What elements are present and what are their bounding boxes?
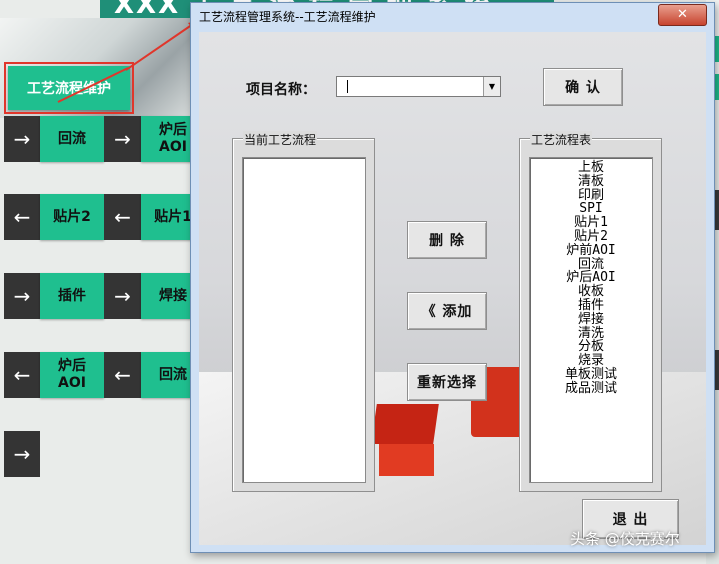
flow-table-item[interactable]: 分板 [530, 340, 652, 354]
flow-table-item[interactable]: 插件 [530, 299, 652, 313]
flow-step[interactable]: 炉后 AOI [40, 352, 104, 398]
text-caret [347, 80, 348, 93]
flow-table-item[interactable]: 成品测试 [530, 381, 652, 396]
process-maintenance-dialog: 工艺流程管理系统--工艺流程维护 ✕ 项目名称： ▼ 确 认 当前工艺流程 工艺… [190, 2, 715, 553]
flow-arrow: → [104, 116, 141, 162]
decor-gift-box [379, 444, 434, 476]
flow-arrow: ← [104, 194, 141, 240]
flow-table-item[interactable]: 回流 [530, 257, 652, 272]
dropdown-arrow-icon[interactable]: ▼ [483, 77, 500, 96]
flow-table-item[interactable]: 清板 [530, 174, 652, 189]
flow-table-item[interactable]: SPI [530, 202, 652, 216]
flow-table-item[interactable]: 单板测试 [530, 368, 652, 382]
flow-arrow: ← [104, 352, 141, 398]
flow-table-item[interactable]: 炉后AOI [530, 271, 652, 285]
flow-table-item[interactable]: 贴片2 [530, 230, 652, 244]
flow-table-item[interactable]: 烧录 [530, 354, 652, 368]
process-maintenance-button[interactable]: 工艺流程维护 [4, 62, 134, 114]
add-button[interactable]: 《 添加 [407, 292, 487, 330]
flow-table-item[interactable]: 焊接 [530, 312, 652, 327]
flow-table-item[interactable]: 炉前AOI [530, 243, 652, 258]
flow-table-item[interactable]: 贴片1 [530, 216, 652, 230]
flow-arrow: → [4, 116, 40, 162]
flow-step[interactable]: 插件 [40, 273, 104, 319]
project-name-label: 项目名称： [246, 82, 316, 98]
flow-arrow: → [4, 273, 40, 319]
flow-table-item[interactable]: 上板 [530, 161, 652, 175]
flow-table-item[interactable]: 收板 [530, 285, 652, 299]
flow-table-item[interactable]: 清洗 [530, 326, 652, 341]
flow-step[interactable]: 回流 [40, 116, 104, 162]
dialog-title: 工艺流程管理系统--工艺流程维护 [199, 10, 376, 24]
flow-table-list[interactable]: 上板 清板 印刷 SPI 贴片1 贴片2 炉前AOI 回流 炉后AOI 收板 插件 焊接 清洗 分板 烧录单… [529, 157, 653, 483]
dialog-client-area: 项目名称： ▼ 确 认 当前工艺流程 工艺流程表 上板 清板 印刷 SPI 贴片1 贴片2… [199, 32, 706, 545]
flow-table-item[interactable]: 印刷 [530, 188, 652, 203]
current-flow-group: 当前工艺流程 [232, 131, 375, 492]
flow-table-items: 上板 清板 印刷 SPI 贴片1 贴片2 炉前AOI 回流 炉后AOI 收板 插件 焊接 清洗 分板 烧录单… [530, 161, 652, 396]
delete-button[interactable]: 删 除 [407, 221, 487, 259]
flow-arrow: ← [4, 352, 40, 398]
reselect-button[interactable]: 重新选择 [407, 363, 487, 401]
dialog-titlebar[interactable]: 工艺流程管理系统--工艺流程维护 ✕ [191, 3, 714, 31]
flow-arrow: → [104, 273, 141, 319]
close-button[interactable]: ✕ [658, 4, 707, 26]
current-flow-list[interactable] [242, 157, 366, 483]
flow-table-title: 工艺流程表 [530, 131, 593, 148]
flow-arrow: ← [4, 194, 40, 240]
confirm-button[interactable]: 确 认 [543, 68, 623, 106]
close-icon: ✕ [677, 7, 688, 22]
current-flow-title: 当前工艺流程 [243, 131, 318, 148]
decor-gift-box [371, 404, 439, 444]
flow-table-group: 工艺流程表 上板 清板 印刷 SPI 贴片1 贴片2 炉前AOI 回流 炉后AOI 收板 插件 焊接清… [519, 131, 662, 492]
flow-arrow: → [4, 431, 40, 477]
project-name-combobox[interactable]: ▼ [336, 76, 501, 97]
flow-step[interactable]: 贴片2 [40, 194, 104, 240]
watermark: 头条 @佼克赛尔 [570, 530, 680, 548]
